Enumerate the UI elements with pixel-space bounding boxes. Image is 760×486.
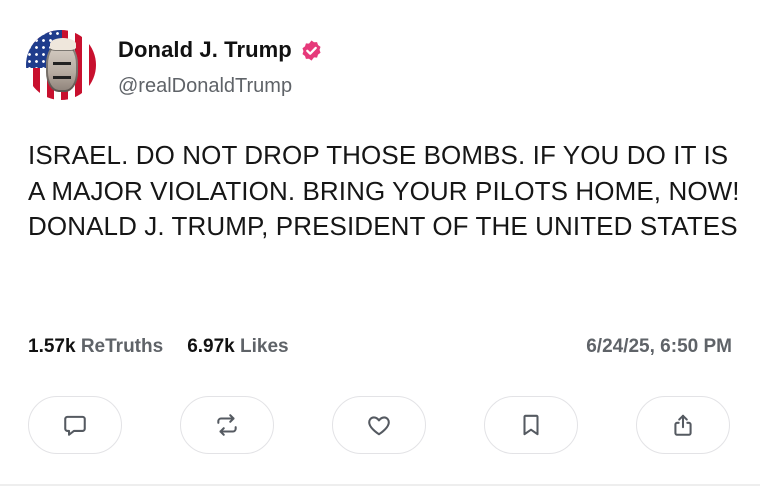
likes-stat[interactable]: 6.97k Likes — [187, 336, 288, 358]
post-timestamp[interactable]: 6/24/25, 6:50 PM — [586, 336, 732, 358]
post-stats: 1.57k ReTruths 6.97k Likes — [28, 336, 313, 358]
author-handle[interactable]: @realDonaldTrump — [118, 75, 292, 98]
likes-count: 6.97k — [187, 336, 235, 357]
bookmark-icon — [523, 414, 539, 436]
like-button[interactable] — [332, 396, 426, 454]
retruths-count: 1.57k — [28, 336, 76, 357]
heart-icon — [368, 416, 390, 436]
repost-icon — [217, 414, 237, 436]
retruths-stat[interactable]: 1.57k ReTruths — [28, 336, 163, 358]
post-text: ISRAEL. DO NOT DROP THOSE BOMBS. IF YOU … — [28, 140, 740, 241]
avatar[interactable] — [26, 30, 96, 100]
author-display-name[interactable]: Donald J. Trump — [118, 37, 292, 63]
author-name-row: Donald J. Trump — [118, 37, 323, 63]
avatar-face — [46, 38, 78, 92]
retruth-button[interactable] — [180, 396, 274, 454]
reply-button[interactable] — [28, 396, 122, 454]
share-icon — [674, 414, 692, 436]
likes-label: Likes — [240, 336, 289, 357]
comment-icon — [64, 415, 86, 436]
verified-badge-icon — [300, 39, 323, 62]
post-card: Donald J. Trump @realDonaldTrump ISRAEL.… — [0, 0, 760, 486]
retruths-label: ReTruths — [80, 336, 164, 357]
share-button[interactable] — [636, 396, 730, 454]
bookmark-button[interactable] — [484, 396, 578, 454]
